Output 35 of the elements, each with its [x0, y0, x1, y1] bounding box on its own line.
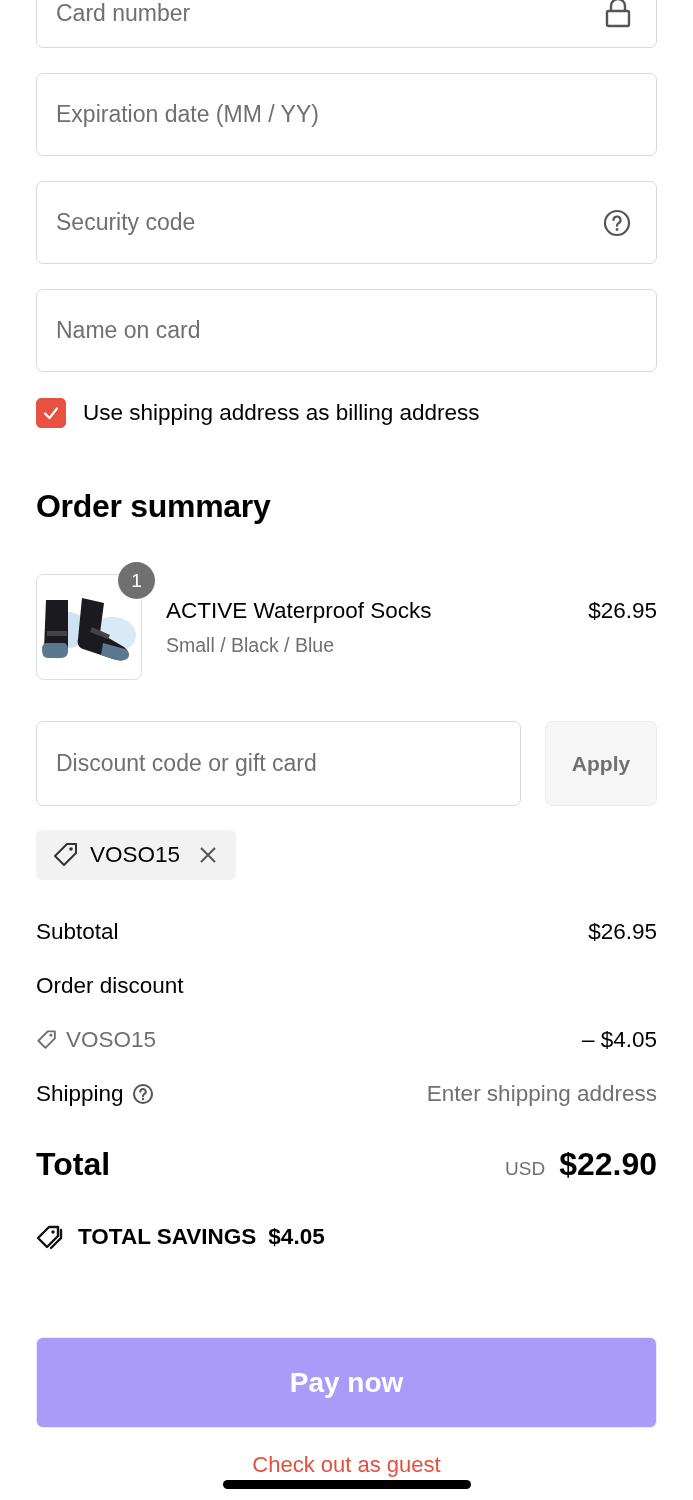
- product-price: $26.95: [588, 597, 657, 624]
- input-field[interactable]: Security code: [36, 181, 657, 264]
- help-icon[interactable]: [131, 1083, 154, 1105]
- discount-field[interactable]: Discount code or gift card: [36, 721, 521, 806]
- discount-code: VOSO15: [90, 842, 181, 868]
- shipping-value: Enter shipping address: [426, 1081, 657, 1107]
- section-title: Order summary: [36, 488, 272, 525]
- subtotal-value: $26.95: [588, 919, 657, 945]
- savings-amount: $4.05: [268, 1224, 325, 1250]
- savings-label: TOTAL SAVINGS: [78, 1224, 257, 1250]
- checkbox-label[interactable]: Use shipping address as billing address: [83, 400, 480, 426]
- guest-checkout-link[interactable]: Check out as guest: [252, 1452, 441, 1478]
- checkbox[interactable]: [36, 398, 66, 428]
- total-amount: $22.90: [559, 1146, 657, 1183]
- input-field[interactable]: Card number: [36, 0, 657, 48]
- close-icon[interactable]: [198, 845, 219, 865]
- input-field[interactable]: Name on card: [36, 289, 657, 372]
- product-name: ACTIVE Waterproof Socks: [166, 598, 433, 624]
- checkmark-icon: [42, 404, 60, 422]
- discount-code: VOSO15: [66, 1027, 157, 1053]
- tag-icon: [52, 841, 80, 869]
- subtotal-label: Subtotal: [36, 919, 119, 945]
- shipping-label: Shipping: [36, 1081, 124, 1107]
- tag-icon: [36, 1029, 58, 1051]
- discount-amount: – $4.05: [581, 1027, 657, 1053]
- help-icon[interactable]: [603, 208, 631, 237]
- product-variant: Small / Black / Blue: [166, 634, 335, 657]
- input-field[interactable]: Expiration date (MM / YY): [36, 73, 657, 156]
- apply-button[interactable]: Apply: [545, 721, 657, 806]
- quantity-badge: 1: [118, 562, 155, 599]
- currency-code: USD: [505, 1158, 546, 1180]
- lock-icon: [605, 0, 631, 28]
- discount-label: Order discount: [36, 973, 184, 999]
- total-label: Total: [36, 1146, 111, 1183]
- pay-now-button[interactable]: Pay now: [36, 1337, 657, 1428]
